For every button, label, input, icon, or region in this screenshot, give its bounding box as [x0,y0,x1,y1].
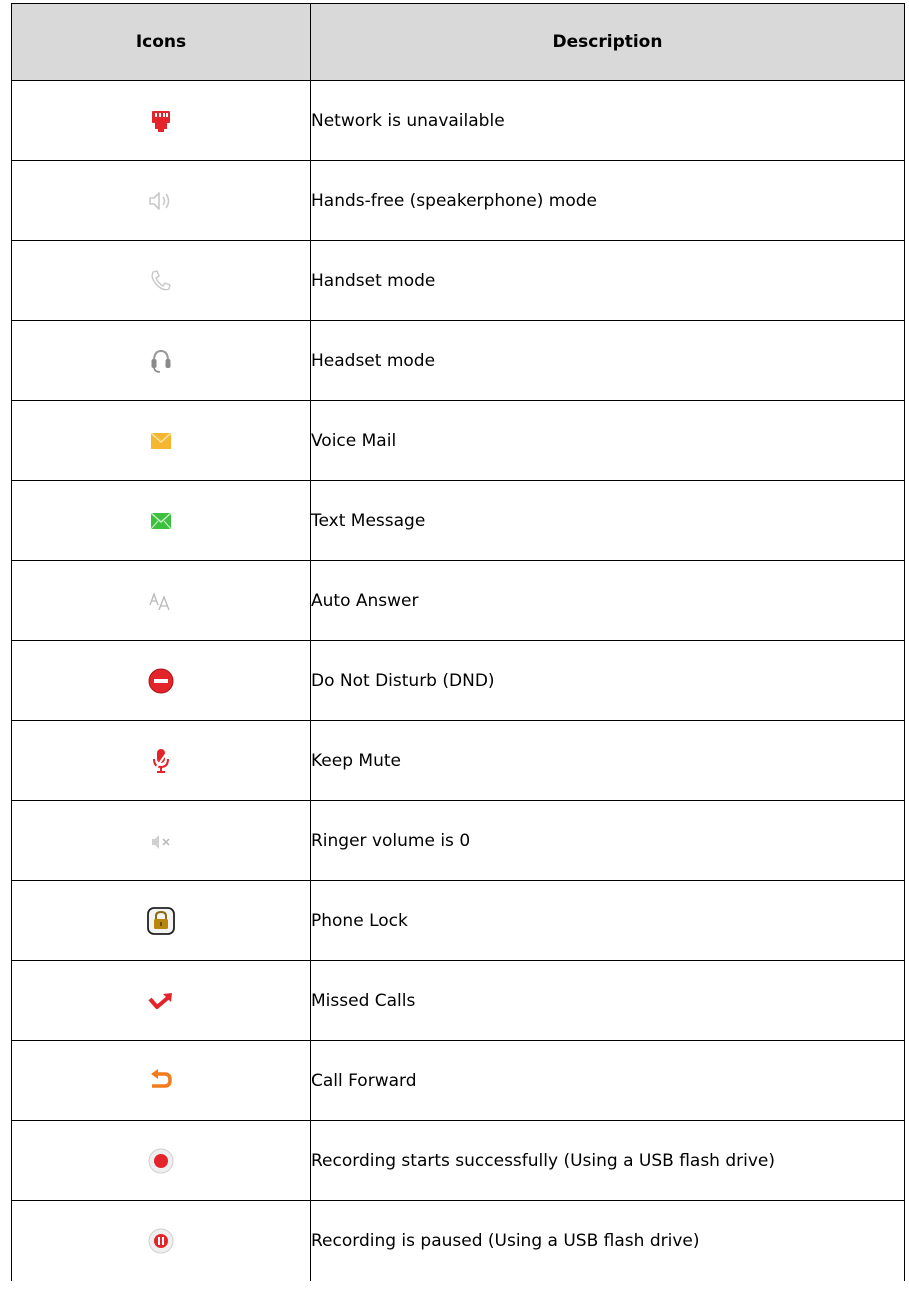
description-cell: Recording is paused (Using a USB flash d… [310,1200,905,1281]
speaker-icon [148,191,174,211]
headset-icon [150,348,172,374]
table-row: Do Not Disturb (DND) [11,640,905,721]
description-cell: Keep Mute [310,720,905,801]
icon-cell [11,640,311,721]
table-row: Handset mode [11,240,905,321]
table-row: Network is unavailable [11,80,905,161]
dnd-icon [148,668,174,694]
description-cell: Ringer volume is 0 [310,800,905,881]
header-description: Description [310,3,905,81]
table-row: Voice Mail [11,400,905,481]
description-cell: Do Not Disturb (DND) [310,640,905,721]
description-cell: Phone Lock [310,880,905,961]
icon-cell [11,1200,311,1281]
table-row: Recording starts successfully (Using a U… [11,1120,905,1201]
table-header-row: Icons Description [11,3,905,81]
icon-cell [11,560,311,641]
icon-cell [11,960,311,1041]
icon-cell [11,880,311,961]
icon-cell [11,800,311,881]
missed-call-icon [148,991,174,1011]
icon-cell [11,80,311,161]
record-icon [148,1148,174,1174]
description-cell: Handset mode [310,240,905,321]
description-cell: Voice Mail [310,400,905,481]
icon-cell [11,160,311,241]
mute-icon [151,747,171,775]
record-pause-icon [148,1228,174,1254]
text-message-icon [150,512,172,530]
table-row: Call Forward [11,1040,905,1121]
description-cell: Auto Answer [310,560,905,641]
description-cell: Hands-free (speakerphone) mode [310,160,905,241]
table-row: Headset mode [11,320,905,401]
voice-mail-icon [150,432,172,450]
description-cell: Network is unavailable [310,80,905,161]
table-row: Ringer volume is 0 [11,800,905,881]
network-unavailable-icon [151,110,171,132]
table-row: Hands-free (speakerphone) mode [11,160,905,241]
handset-icon [149,269,173,293]
icon-cell [11,320,311,401]
description-cell: Call Forward [310,1040,905,1121]
table-row: Keep Mute [11,720,905,801]
icon-cell [11,240,311,321]
description-cell: Text Message [310,480,905,561]
table-row: Auto Answer [11,560,905,641]
table-row: Text Message [11,480,905,561]
icon-cell [11,1040,311,1121]
auto-answer-icon [149,591,173,611]
call-forward-icon [149,1068,173,1093]
icon-cell [11,1120,311,1201]
status-icons-table: Icons Description Network is unavailable… [11,3,905,1281]
description-cell: Headset mode [310,320,905,401]
icon-cell [11,720,311,801]
ringer-off-icon [150,834,172,850]
lock-icon [147,906,175,935]
table-row: Phone Lock [11,880,905,961]
icon-cell [11,400,311,481]
description-cell: Recording starts successfully (Using a U… [310,1120,905,1201]
table-row: Missed Calls [11,960,905,1041]
icon-cell [11,480,311,561]
table-row: Recording is paused (Using a USB flash d… [11,1200,905,1281]
document-page: Icons Description Network is unavailable… [0,0,909,1289]
header-icons: Icons [11,3,311,81]
description-cell: Missed Calls [310,960,905,1041]
